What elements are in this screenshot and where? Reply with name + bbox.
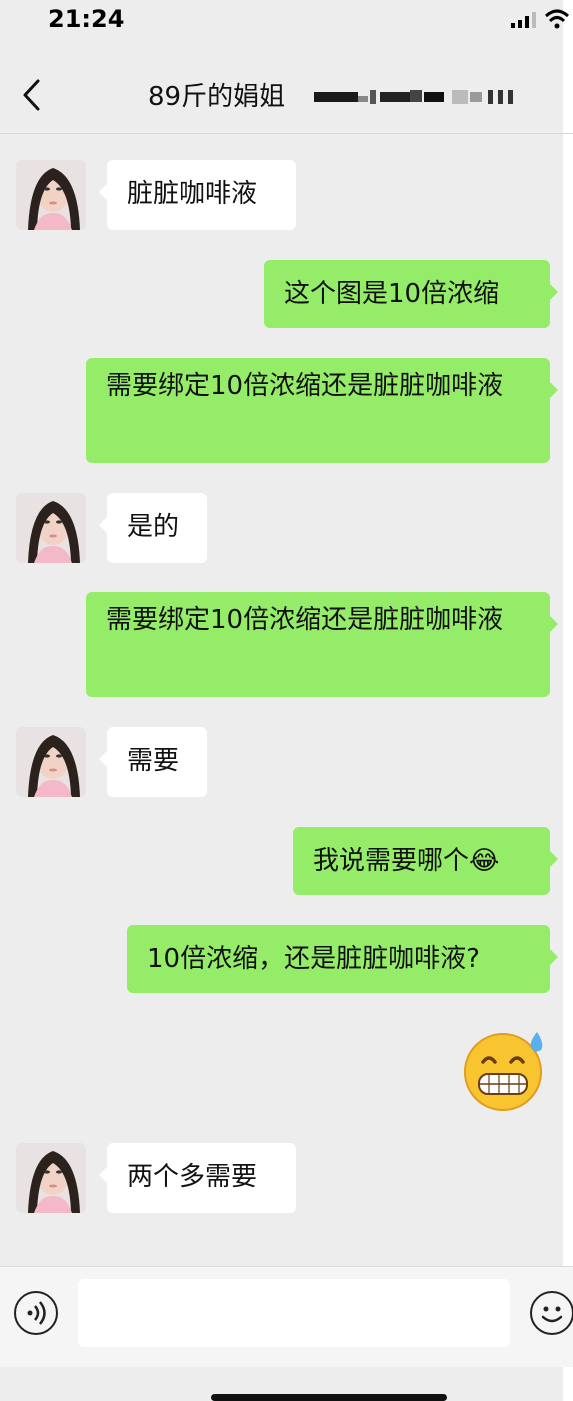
message-bubble-outgoing[interactable]: 我说需要哪个😂 [293, 827, 558, 895]
message-bubble-incoming[interactable]: 需要 [99, 727, 207, 797]
avatar-portrait [16, 1143, 86, 1213]
message-text: 脏脏咖啡液 [127, 179, 258, 209]
contact-avatar[interactable] [16, 493, 86, 563]
contact-avatar[interactable] [16, 727, 86, 797]
voice-wave-icon [27, 1301, 46, 1325]
chat-header: 89斤的娟姐 [0, 58, 573, 134]
redacted-mosaic [314, 90, 513, 104]
message-bubble-outgoing[interactable]: 需要绑定10倍浓缩还是脏脏咖啡液 [86, 358, 558, 463]
message-bubble-incoming[interactable]: 两个多需要 [99, 1143, 296, 1213]
grinning-sweat-sticker-icon[interactable] [461, 1028, 549, 1112]
contact-avatar[interactable] [16, 1143, 86, 1213]
wifi-icon [544, 9, 570, 29]
tears-of-joy-emoji-icon: 😂 [469, 846, 500, 876]
contact-avatar[interactable] [16, 160, 86, 230]
back-chevron-icon[interactable] [20, 78, 44, 112]
chat-title: 89斤的娟姐 [148, 82, 286, 112]
avatar-portrait [16, 493, 86, 563]
message-text: 需要绑定10倍浓缩还是脏脏咖啡液 [106, 605, 504, 635]
message-text: 需要绑定10倍浓缩还是脏脏咖啡液 [106, 371, 504, 401]
message-bubble-outgoing[interactable]: 这个图是10倍浓缩 [264, 260, 558, 328]
message-text: 是的 [127, 512, 180, 542]
emoji-button[interactable] [530, 1291, 573, 1335]
message-text: 我说需要哪个 [313, 846, 470, 876]
message-input-bar [0, 1266, 573, 1367]
message-text: 10倍浓缩，还是脏脏咖啡液? [147, 944, 480, 974]
screen-edge [563, 0, 573, 1401]
smiley-icon [541, 1306, 563, 1323]
message-input[interactable] [78, 1279, 510, 1347]
message-text: 两个多需要 [127, 1162, 258, 1192]
status-time: 21:24 [48, 5, 125, 33]
avatar-portrait [16, 160, 86, 230]
voice-input-button[interactable] [14, 1291, 58, 1335]
message-bubble-outgoing[interactable]: 10倍浓缩，还是脏脏咖啡液? [127, 925, 558, 993]
home-indicator [211, 1394, 447, 1401]
status-bar: 21:24 [0, 0, 573, 40]
message-text: 这个图是10倍浓缩 [284, 279, 500, 309]
cellular-signal-icon [511, 12, 536, 28]
message-text: 需要 [127, 746, 180, 776]
message-bubble-incoming[interactable]: 脏脏咖啡液 [99, 160, 296, 230]
avatar-portrait [16, 727, 86, 797]
message-bubble-outgoing[interactable]: 需要绑定10倍浓缩还是脏脏咖啡液 [86, 592, 558, 697]
message-bubble-incoming[interactable]: 是的 [99, 493, 207, 563]
